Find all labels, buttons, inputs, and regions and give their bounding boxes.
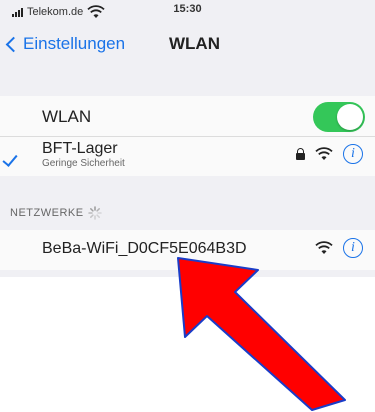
loading-spinner-icon [87,206,102,220]
back-label: Einstellungen [23,34,126,53]
wlan-group: WLAN BFT-Lager Geringe Sicherheit i [0,96,375,176]
wlan-label: WLAN [42,107,92,126]
networks-section-header: NETZWERKE [10,206,102,220]
info-icon[interactable]: i [343,238,363,258]
network-icons: i [315,238,363,258]
network-name: BeBa-WiFi_D0CF5E064B3D [42,240,247,257]
wlan-settings-screen: Telekom.de 15:30 Einstellungen WLAN WLAN… [0,0,375,277]
wlan-toggle-row: WLAN [0,96,375,137]
network-status-icons: i [295,144,363,164]
network-row[interactable]: BeBa-WiFi_D0CF5E064B3D i [0,230,375,270]
connected-network-row[interactable]: BFT-Lager Geringe Sicherheit i [0,136,375,176]
status-time: 15:30 [173,3,202,15]
wifi-icon [315,241,333,254]
wifi-icon [315,147,333,160]
connected-network-name: BFT-Lager [42,140,118,157]
status-bar: Telekom.de 15:30 [0,0,375,22]
lock-icon [295,148,305,160]
chevron-left-icon [5,36,22,53]
navigation-bar: Einstellungen WLAN [0,22,375,66]
available-networks-group: BeBa-WiFi_D0CF5E064B3D i [0,230,375,270]
toggle-knob [337,104,363,130]
red-arrow [177,257,346,411]
networks-header-label: NETZWERKE [10,207,84,219]
info-icon[interactable]: i [343,144,363,164]
page-title: WLAN [169,34,220,53]
wlan-toggle[interactable] [313,102,365,132]
security-note: Geringe Sicherheit [42,158,125,169]
back-button[interactable]: Einstellungen [5,34,126,54]
checkmark-icon [2,151,18,167]
